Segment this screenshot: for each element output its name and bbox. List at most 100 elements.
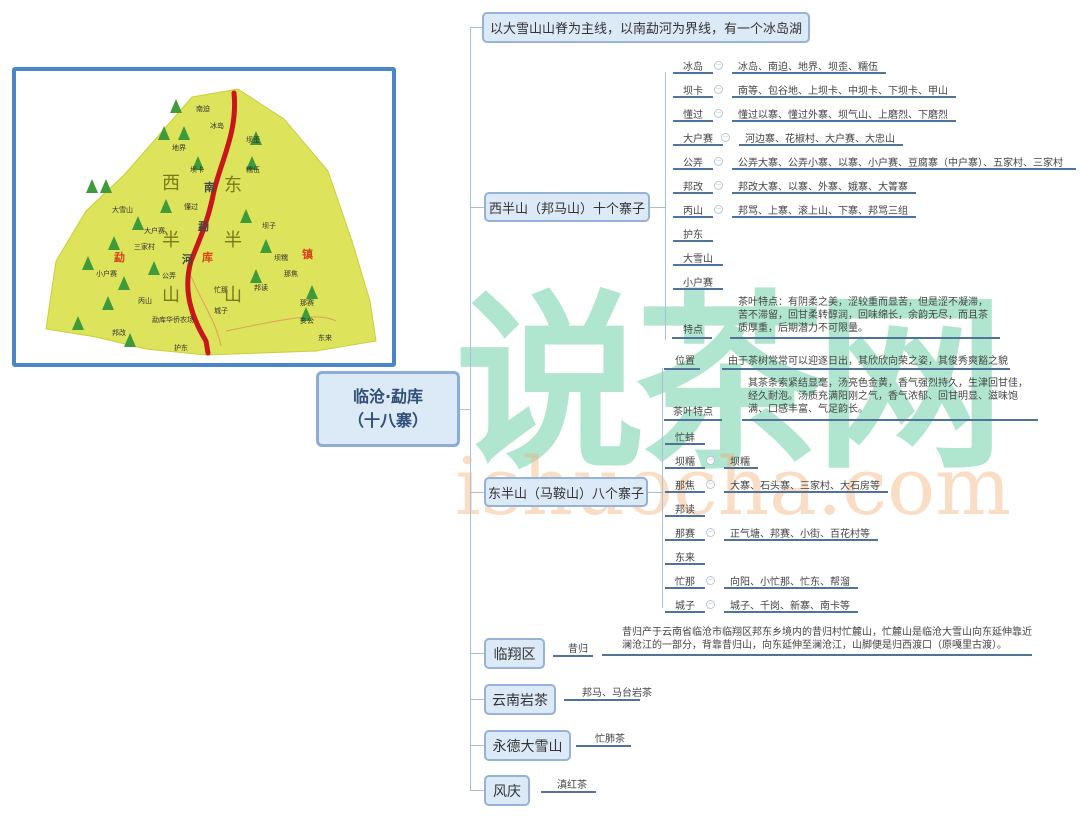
subnode-label[interactable]: 那赛 (675, 525, 695, 540)
underline (732, 72, 886, 74)
underline (665, 539, 705, 541)
subnode-label[interactable]: 城子 (675, 597, 695, 612)
underline (732, 168, 1076, 170)
subnode-value: 坝糯 (730, 457, 750, 468)
east-location-text: 由于茶树常常可以迎逐日出，其欣欣向荣之姿，其俊秀爽豁之貌 (728, 356, 1008, 367)
subnode-label[interactable]: 邦改 (683, 178, 703, 193)
collapse-icon[interactable]: − (714, 157, 723, 166)
map-place-label: 小户赛 (96, 270, 117, 278)
map-place-label: 那赛 (300, 299, 314, 307)
underline (672, 337, 712, 339)
tree-icon (100, 179, 112, 193)
east-node[interactable]: 东半山（马鞍山）八个寨子 (484, 477, 648, 507)
west-feature-text: 茶叶特点：有阴柔之美，涩较重而显苦，但是涩不凝滞，苦不滞留，回甘柔转醇润，回味绵… (738, 297, 988, 334)
subnode-label[interactable]: 公弄 (683, 154, 703, 169)
map-river-label: 勐 (198, 220, 209, 233)
branch-link (470, 207, 484, 208)
underline (541, 791, 596, 793)
underline (673, 240, 713, 242)
map-place-label: 丙山 (138, 297, 152, 305)
map-place-label: 懂过 (184, 203, 198, 211)
collapse-icon[interactable]: − (714, 85, 723, 94)
subnode-label[interactable]: 冰岛 (683, 58, 703, 73)
map-region-label: 山 (224, 285, 242, 306)
underline (739, 144, 903, 146)
collapse-icon[interactable]: − (714, 181, 723, 190)
subnode-value: 邦骂、上寨、滚上山、下寨、邦骂三组 (738, 206, 908, 217)
collapse-icon[interactable]: − (714, 205, 723, 214)
west-connector (665, 72, 666, 340)
underline (732, 216, 916, 218)
subnode-label[interactable]: 忙那 (675, 573, 695, 588)
map-place-label: 公弄 (162, 272, 176, 280)
linxiang-label: 临翔区 (493, 646, 536, 663)
yannan-child: 邦马、马台岩茶 (582, 688, 652, 699)
map-place-label: 护东 (174, 344, 188, 352)
yongde-node[interactable]: 永德大雪山 (484, 730, 571, 761)
subnode-label[interactable]: 坝卡 (683, 82, 703, 97)
collapse-icon[interactable]: − (706, 576, 715, 585)
collapse-icon[interactable]: − (706, 528, 715, 537)
subnode-value: 邦改大寨、以寨、外寨、娥寨、大箐寨 (738, 182, 908, 193)
fengqing-node[interactable]: 风庆 (484, 775, 530, 806)
subnode-label[interactable]: 小户赛 (683, 274, 713, 289)
subnode-label[interactable]: 那焦 (675, 477, 695, 492)
underline (665, 587, 705, 589)
underline (665, 491, 705, 493)
subnode-label[interactable]: 邦读 (675, 501, 695, 516)
map-river-label: 南 (204, 181, 215, 194)
collapse-icon[interactable]: − (706, 456, 715, 465)
underline (673, 96, 713, 98)
map-place-label: 邦改 (112, 329, 126, 337)
yannan-node[interactable]: 云南岩茶 (484, 684, 556, 715)
map-place-label: 亥公 (300, 317, 314, 325)
collapse-icon[interactable]: − (721, 133, 730, 142)
collapse-icon[interactable]: − (714, 109, 723, 118)
underline (732, 96, 956, 98)
underline (742, 419, 1038, 421)
map-place-label: 坝歪 (246, 136, 260, 144)
subnode-label[interactable]: 大雪山 (683, 250, 713, 265)
subnode-label[interactable]: 大户赛 (683, 130, 713, 145)
map-place-label: 邦读 (254, 284, 268, 292)
underline (673, 216, 713, 218)
map-place-label: 三家村 (134, 243, 155, 251)
linxiang-node[interactable]: 临翔区 (484, 638, 545, 669)
subnode-value: 公弄大寨、公弄小寨、以寨、小户赛、豆腐寨（中户寨）、五家村、三家村 (738, 158, 1063, 169)
map-place-label: 城子 (214, 307, 228, 315)
fengqing-label: 风庆 (493, 783, 521, 800)
underline (673, 72, 713, 74)
yongde-label: 永德大雪山 (492, 738, 563, 755)
underline (732, 120, 956, 122)
map-river-label: 河 (182, 253, 193, 266)
underline (724, 539, 878, 541)
underline (665, 611, 705, 613)
map-place-label: 勐库华侨农场 (152, 316, 194, 324)
subnode-label[interactable]: 懂过 (683, 106, 703, 121)
collapse-icon[interactable]: − (706, 600, 715, 609)
map-place-label: 那焦 (284, 270, 298, 278)
underline (724, 491, 888, 493)
subnode-label[interactable]: 东来 (675, 549, 695, 564)
subnode-value: 正气塘、邦赛、小街、百花村等 (730, 529, 870, 540)
root-title: 临沧·勐库 (352, 387, 424, 406)
root-node[interactable]: 临沧·勐库 （十八寨） (316, 371, 460, 447)
collapse-icon[interactable]: − (706, 480, 715, 489)
subnode-label[interactable]: 护东 (683, 226, 703, 241)
underline (665, 467, 705, 469)
collapse-icon[interactable]: − (714, 61, 723, 70)
map-place-label: 大雪山 (112, 206, 133, 214)
underline (724, 611, 858, 613)
map-region-label: 半 (162, 230, 180, 251)
underline (722, 368, 1010, 370)
map-place-label: 糯伍 (246, 166, 260, 174)
subnode-label[interactable]: 坝糯 (675, 453, 695, 468)
west-node[interactable]: 西半山（邦马山）十个寨子 (484, 192, 650, 222)
subnode-label[interactable]: 丙山 (683, 202, 703, 217)
branch-link (470, 653, 484, 654)
underline (665, 515, 705, 517)
top-note-node[interactable]: 以大雪山山脊为主线，以南勐河为界线，有一个冰岛湖 (482, 12, 810, 43)
subnode-label[interactable]: 忙蚌 (675, 429, 695, 444)
branch-link (470, 699, 484, 700)
underline (673, 264, 723, 266)
